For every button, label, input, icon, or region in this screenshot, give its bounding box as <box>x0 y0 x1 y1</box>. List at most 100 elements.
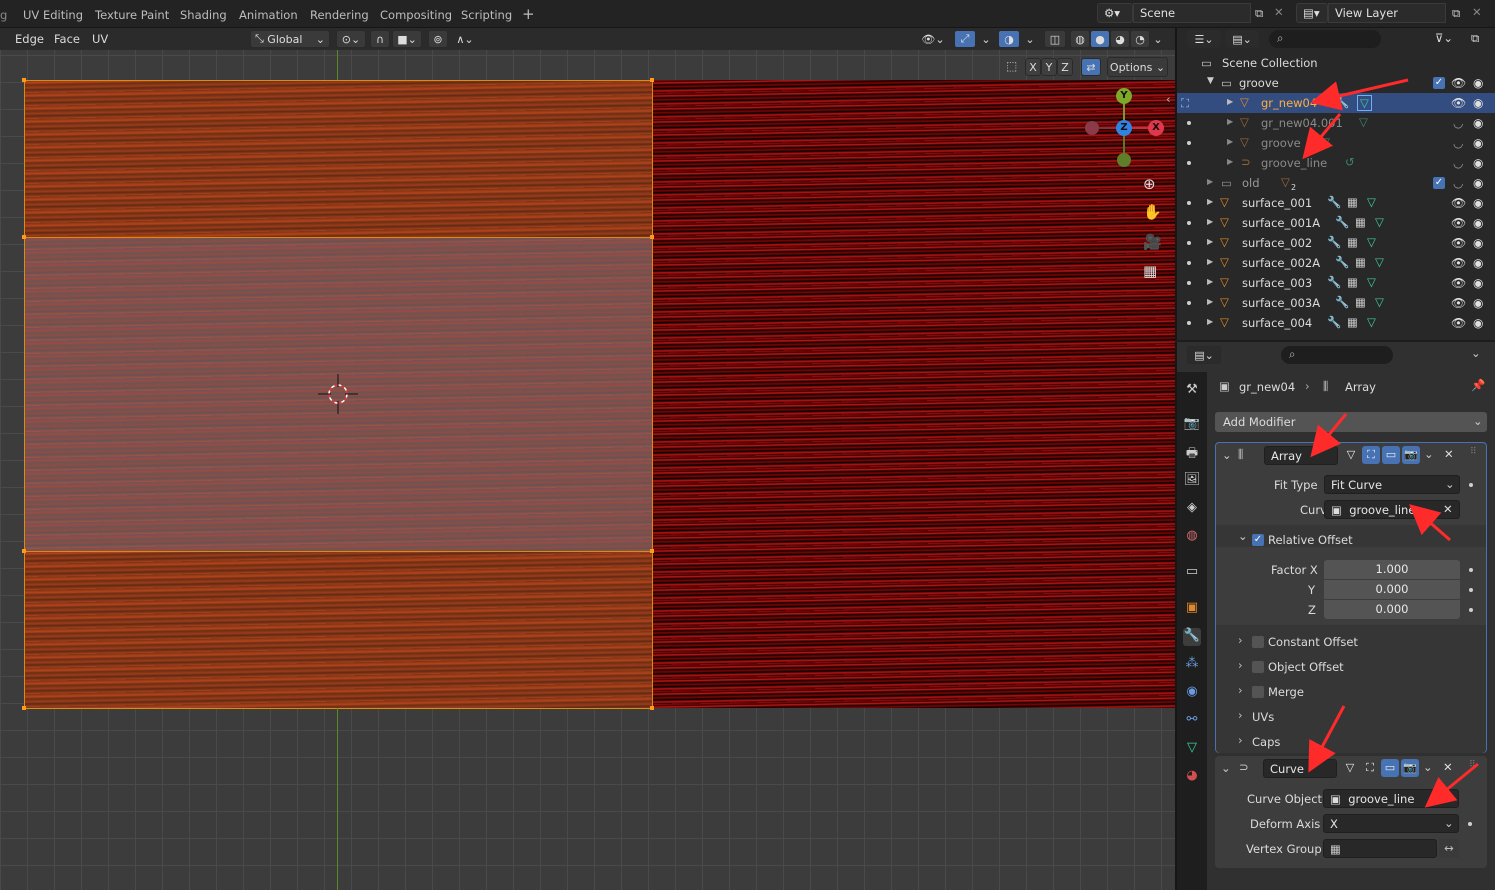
collapse-chevron-icon[interactable]: ⌄ <box>1221 761 1231 775</box>
wrench-icon[interactable]: 🔧 <box>1335 95 1349 109</box>
output-tab-icon[interactable]: 🖶 <box>1183 444 1201 462</box>
modifier-menu-chevron-icon[interactable]: ⌄ <box>1424 447 1434 461</box>
editor-type-dropdown[interactable]: ☰⌄ <box>1187 30 1221 48</box>
eye-closed-icon[interactable]: ◡ <box>1453 116 1463 130</box>
outliner-row[interactable]: ▶ ▽ surface_001A 🔧 ▦ ▽ 👁 ◉ <box>1177 213 1495 233</box>
pivot-point-dropdown[interactable]: ⊙⌄ <box>336 30 366 48</box>
curve-object-field[interactable]: ▣ groove_line ✕ <box>1323 789 1459 808</box>
data-tab-icon[interactable]: ▽ <box>1183 740 1201 758</box>
sidebar-toggle-icon[interactable]: ‹ <box>1166 92 1171 106</box>
array-modifier-name-field[interactable]: Array <box>1264 446 1338 465</box>
snap-target-dropdown[interactable]: ■⌄ <box>392 30 422 48</box>
wrench-icon[interactable]: 🔧 <box>1335 215 1349 229</box>
camera-render-icon[interactable]: ◉ <box>1473 276 1483 290</box>
vertex[interactable] <box>650 549 654 553</box>
remove-modifier-icon[interactable]: ✕ <box>1443 760 1453 774</box>
outliner-row[interactable]: ▶ ▽ groove ▽ ◡ ◉ <box>1177 133 1495 153</box>
eye-icon[interactable]: 👁 <box>1451 256 1466 270</box>
expand-arrow-icon[interactable]: ▶ <box>1207 177 1213 186</box>
vertex-group-icon[interactable]: ▦ <box>1355 215 1366 229</box>
material-tab-icon[interactable]: ◕ <box>1183 768 1201 786</box>
gizmo-toggle[interactable]: ⤢ <box>954 30 976 48</box>
add-modifier-dropdown[interactable]: Add Modifier ⌄ <box>1215 412 1487 432</box>
world-tab-icon[interactable]: ◍ <box>1183 528 1201 546</box>
camera-render-icon[interactable]: ◉ <box>1473 156 1483 170</box>
shading-wireframe[interactable]: ◍ <box>1070 30 1090 48</box>
keyframe-dot-icon[interactable] <box>1469 483 1473 487</box>
invert-vertex-group-button[interactable]: ↔ <box>1439 839 1459 858</box>
vertex-group-icon[interactable]: ▦ <box>1347 275 1358 289</box>
render-tab-icon[interactable]: 📷 <box>1183 416 1201 434</box>
tab-rendering[interactable]: Rendering <box>310 8 369 22</box>
wrench-icon[interactable]: 🔧 <box>1327 275 1341 289</box>
gizmo-dropdown[interactable]: ⌄ <box>978 30 994 48</box>
outliner-row[interactable]: ▶ ⊃ groove_line ↺ ◡ ◉ <box>1177 153 1495 173</box>
view-layer-tab-icon[interactable]: 🖼 <box>1183 472 1201 490</box>
mesh-data-icon[interactable]: ▽ <box>1357 95 1372 111</box>
uvs-subpanel-label[interactable]: UVs <box>1252 710 1274 724</box>
proportional-edit-toggle[interactable]: ⊚ <box>428 30 448 48</box>
outliner-row[interactable]: ▶ ▽ surface_003A 🔧 ▦ ▽ 👁 ◉ <box>1177 293 1495 313</box>
mesh-data-icon[interactable]: ▽ <box>1321 135 1330 149</box>
overlay-toggle[interactable]: ◑ <box>998 30 1020 48</box>
edit-mode-cage-icon[interactable]: ▽ <box>1342 446 1360 464</box>
edit-mode-toggle[interactable]: ⛶ <box>1361 759 1379 777</box>
modifier-tab-icon[interactable]: 🔧 <box>1183 628 1201 646</box>
3d-cursor-icon[interactable] <box>318 374 358 414</box>
mesh-data-icon[interactable]: ▽ <box>1367 275 1376 289</box>
gizmo-y-axis[interactable]: Y <box>1116 88 1132 104</box>
props-search-input[interactable]: ⌕ <box>1281 346 1393 364</box>
curve-modifier-name-field[interactable]: Curve <box>1263 759 1337 778</box>
wrench-icon[interactable]: 🔧 <box>1335 255 1349 269</box>
snap-toggle[interactable]: ∩ <box>370 30 390 48</box>
drag-handle-icon[interactable]: ⠿ <box>1469 760 1476 770</box>
wrench-icon[interactable]: 🔧 <box>1327 195 1341 209</box>
gizmo-x-axis[interactable]: X <box>1148 120 1164 136</box>
vertex-group-icon[interactable]: ▦ <box>1355 295 1366 309</box>
groove-texture-surface[interactable] <box>652 80 1175 708</box>
camera-render-icon[interactable]: ◉ <box>1473 136 1483 150</box>
outliner-row[interactable]: ▶ ▽ surface_001 🔧 ▦ ▽ 👁 ◉ <box>1177 193 1495 213</box>
scene-browse-button[interactable]: ⚙▾ <box>1097 3 1133 23</box>
camera-render-icon[interactable]: ◉ <box>1473 76 1483 90</box>
camera-render-icon[interactable]: ◉ <box>1473 216 1483 230</box>
visibility-dropdown[interactable]: 👁⌄ <box>918 30 948 48</box>
relative-offset-checkbox[interactable]: ✓ <box>1252 534 1264 546</box>
vertex[interactable] <box>22 549 26 553</box>
gizmo-z-axis[interactable]: Z <box>1116 120 1132 136</box>
camera-render-icon[interactable]: ◉ <box>1473 116 1483 130</box>
selected-face-top[interactable] <box>24 80 652 237</box>
view-layer-new-icon[interactable]: ⧉ <box>1452 6 1460 21</box>
filter-icon[interactable]: ⊽⌄ <box>1435 31 1453 45</box>
expand-arrow-icon[interactable]: ▶ <box>1227 117 1233 126</box>
menu-uv[interactable]: UV <box>92 32 108 46</box>
vertex[interactable] <box>22 706 26 710</box>
outliner-row[interactable]: ▶ ▽ gr_new04.001 ▽ ◡ ◉ <box>1177 113 1495 133</box>
tab-uv-editing[interactable]: UV Editing <box>23 8 83 22</box>
mesh-data-icon[interactable]: ▽ <box>1375 255 1384 269</box>
vertex-group-icon[interactable]: ▦ <box>1355 255 1366 269</box>
expand-chevron-icon[interactable]: › <box>1238 658 1243 672</box>
expand-arrow-icon[interactable]: ▶ <box>1227 137 1233 146</box>
wrench-icon[interactable]: 🔧 <box>1327 315 1341 329</box>
tool-tab-icon[interactable]: ⚒ <box>1183 382 1201 400</box>
eye-icon[interactable]: 👁 <box>1451 276 1466 290</box>
mesh-data-icon[interactable]: ▽ <box>1359 115 1368 129</box>
mesh-data-icon[interactable]: ▽ <box>1367 235 1376 249</box>
transform-orientation-dropdown[interactable]: ⤡ Global ⌄ <box>250 30 330 48</box>
eye-icon[interactable]: 👁 <box>1451 216 1466 230</box>
outliner-row[interactable]: ▶ ▭ old ▽ 2 ✓ ◡ ◉ <box>1177 173 1495 193</box>
deform-axis-dropdown[interactable]: X ⌄ <box>1323 814 1459 833</box>
eye-icon[interactable]: 👁 <box>1451 196 1466 210</box>
tab-scripting[interactable]: Scripting <box>461 8 512 22</box>
constant-offset-label[interactable]: Constant Offset <box>1268 635 1358 649</box>
display-mode-dropdown[interactable]: ▤⌄ <box>1225 30 1259 48</box>
mesh-data-icon[interactable]: ▽ <box>1367 195 1376 209</box>
shading-rendered[interactable]: ◔ <box>1130 30 1150 48</box>
wrench-icon[interactable]: 🔧 <box>1327 235 1341 249</box>
expand-chevron-icon[interactable]: › <box>1238 633 1243 647</box>
keyframe-dot-icon[interactable] <box>1468 822 1472 826</box>
mirror-x-toggle[interactable]: X <box>1025 58 1041 76</box>
eye-icon[interactable]: 👁 <box>1451 76 1466 90</box>
eye-icon[interactable]: 👁 <box>1451 236 1466 250</box>
